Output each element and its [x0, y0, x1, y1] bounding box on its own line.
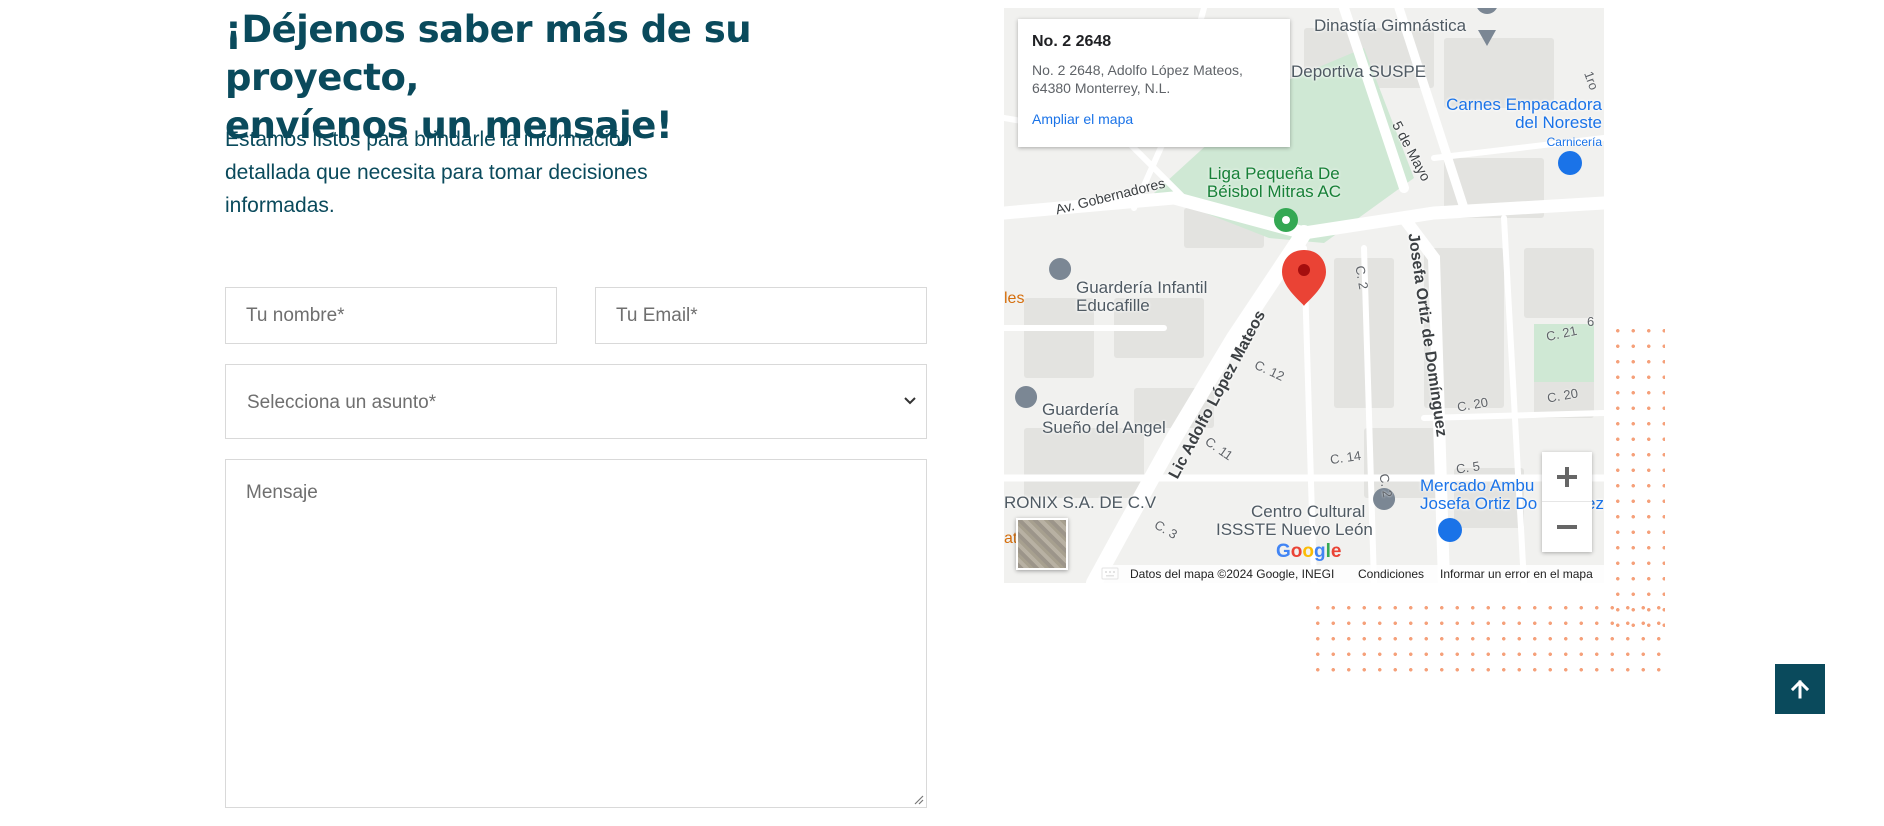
message-placeholder: Mensaje — [246, 482, 318, 503]
map-label-carnes-2: del Noreste — [1515, 113, 1602, 132]
map-label-carniceria: Carnicería — [1546, 135, 1602, 149]
map-info-card: No. 2 2648 No. 2 2648, Adolfo López Mate… — [1018, 19, 1290, 147]
map-label-cultural-1: Centro Cultural — [1251, 502, 1366, 521]
google-logo-letter: o — [1290, 541, 1303, 562]
map-label-guarderia-2: Educafille — [1076, 296, 1150, 315]
map-label-liga-2: Béisbol Mitras AC — [1206, 182, 1342, 201]
map-label-liga-1: Liga Pequeña De — [1208, 164, 1340, 183]
map-label-les: les — [1004, 290, 1025, 307]
zoom-out-button[interactable] — [1542, 502, 1592, 552]
map-label-guarderia-1: Guardería Infantil — [1076, 278, 1208, 297]
map-label-mercado-2: Josefa Ortiz Do — [1420, 494, 1538, 513]
map-label-carnes-1: Carnes Empacadora — [1446, 95, 1602, 114]
scroll-to-top-button[interactable] — [1775, 664, 1825, 714]
map-label-angel-1: Guardería — [1042, 400, 1119, 419]
map-card-title: No. 2 2648 — [1032, 33, 1112, 50]
page-title-line-1: ¡Déjenos saber más de su proyecto, — [225, 8, 752, 99]
map-label-cultural-2: ISSSTE Nuevo León — [1216, 520, 1373, 539]
location-marker — [1282, 250, 1326, 306]
name-placeholder: Tu nombre* — [246, 305, 345, 326]
arrow-up-icon — [1790, 679, 1810, 699]
email-input[interactable]: Tu Email* — [595, 287, 927, 344]
zoom-controls — [1542, 452, 1592, 552]
subject-select[interactable]: Selecciona un asunto* — [225, 364, 927, 439]
google-logo-letter: g — [1314, 541, 1326, 562]
map-label-ronix: RONIX S.A. DE C.V — [1004, 493, 1157, 512]
intro-text: Estamos listos para brindarle la informa… — [225, 128, 648, 217]
map-card-address: No. 2 2648, Adolfo López Mateos, 64380 M… — [1032, 62, 1243, 96]
map-label-suspe: Deportiva SUSPE — [1291, 62, 1427, 81]
google-logo-letter: e — [1330, 541, 1342, 562]
zoom-in-button[interactable] — [1542, 452, 1592, 502]
google-logo-letter: o — [1302, 541, 1314, 562]
map-data-attribution: Datos del mapa ©2024 Google, INEGI — [1130, 567, 1335, 581]
message-textarea[interactable]: Mensaje — [225, 459, 927, 808]
resize-handle-icon[interactable] — [912, 793, 924, 805]
decorative-dots — [1610, 323, 1665, 633]
decorative-dots — [1310, 600, 1665, 672]
embedded-map[interactable]: Dinastía Gimnástica Deportiva SUSPE Carn… — [1004, 8, 1604, 583]
plus-icon — [1557, 467, 1577, 487]
map-label-mercado-1: Mercado Ambu — [1420, 476, 1535, 495]
map-label-c6: 6 — [1587, 314, 1595, 329]
map-label-angel-2: Sueño del Angel — [1042, 418, 1166, 437]
map-enlarge-link[interactable]: Ampliar el mapa — [1032, 111, 1276, 127]
email-placeholder: Tu Email* — [616, 305, 698, 326]
chevron-down-icon — [904, 397, 916, 405]
map-terms-link[interactable]: Condiciones — [1358, 567, 1424, 581]
minus-icon — [1557, 525, 1577, 529]
satellite-layer-toggle[interactable] — [1016, 518, 1068, 570]
google-logo: Google — [1276, 541, 1341, 563]
name-input[interactable]: Tu nombre* — [225, 287, 557, 344]
map-attribution: Datos del mapa ©2024 Google, INEGI Condi… — [1098, 565, 1604, 583]
google-logo-letter: G — [1276, 541, 1291, 562]
map-report-link[interactable]: Informar un error en el mapa — [1440, 567, 1593, 581]
map-label-dinastia: Dinastía Gimnástica — [1314, 16, 1467, 35]
subject-selected-value: Selecciona un asunto* — [247, 392, 437, 413]
